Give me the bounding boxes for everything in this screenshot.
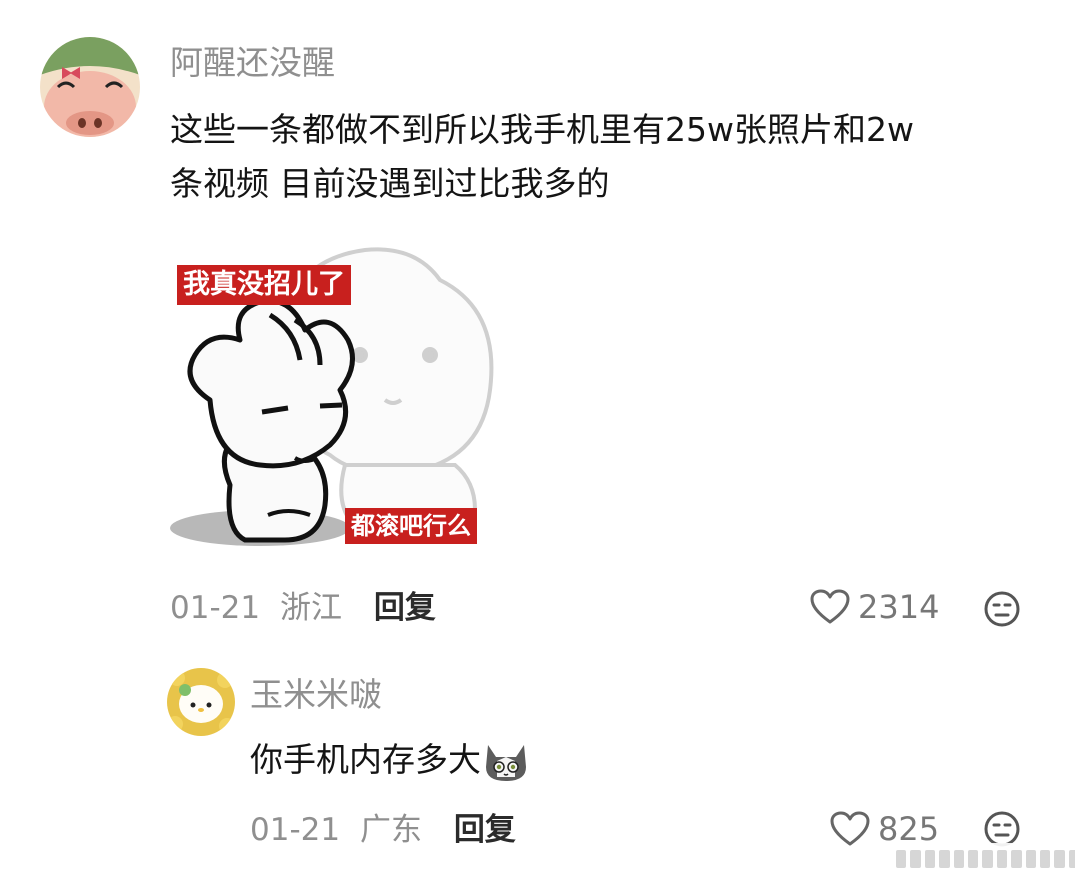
username[interactable]: 玉米米啵 [250, 675, 382, 715]
comment-text-line: 你手机内存多大 [250, 740, 481, 779]
reply-button[interactable]: 回复 [374, 590, 436, 626]
comment-meta: 01-21 浙江 回复 [170, 588, 436, 628]
reply-button[interactable]: 回复 [454, 812, 516, 848]
heart-outline-icon [810, 589, 850, 624]
sticker-caption: 都滚吧行么 [345, 508, 477, 544]
comment-date: 01-21 [250, 812, 341, 848]
expressionless-face-icon[interactable] [983, 590, 1021, 632]
like-button[interactable]: 2314 [810, 588, 939, 626]
comment-meta: 01-21 广东 回复 [250, 810, 516, 850]
comment-text: 这些一条都做不到所以我手机里有25w张照片和2w 条视频 目前没遇到过比我多的 [170, 103, 1050, 211]
like-count: 2314 [858, 588, 940, 626]
user-avatar[interactable] [167, 668, 235, 736]
comment-location: 广东 [359, 812, 422, 848]
comment-text-line: 条视频 目前没遇到过比我多的 [170, 164, 610, 203]
comment-text-line: 这些一条都做不到所以我手机里有25w张照片和2w [170, 110, 914, 149]
heart-outline-icon [830, 811, 870, 846]
sticker-caption: 我真没招儿了 [177, 265, 351, 305]
comment-date: 01-21 [170, 590, 261, 626]
gray-cat-emoji [483, 737, 529, 783]
username[interactable]: 阿醒还没醒 [170, 43, 335, 83]
sticker-image[interactable]: 我真没招儿了 都滚吧行么 [170, 240, 506, 555]
watermark-overlay [892, 843, 1075, 874]
comment-location: 浙江 [279, 590, 342, 626]
comment-text: 你手机内存多大 [250, 733, 529, 787]
user-avatar[interactable] [40, 37, 140, 137]
